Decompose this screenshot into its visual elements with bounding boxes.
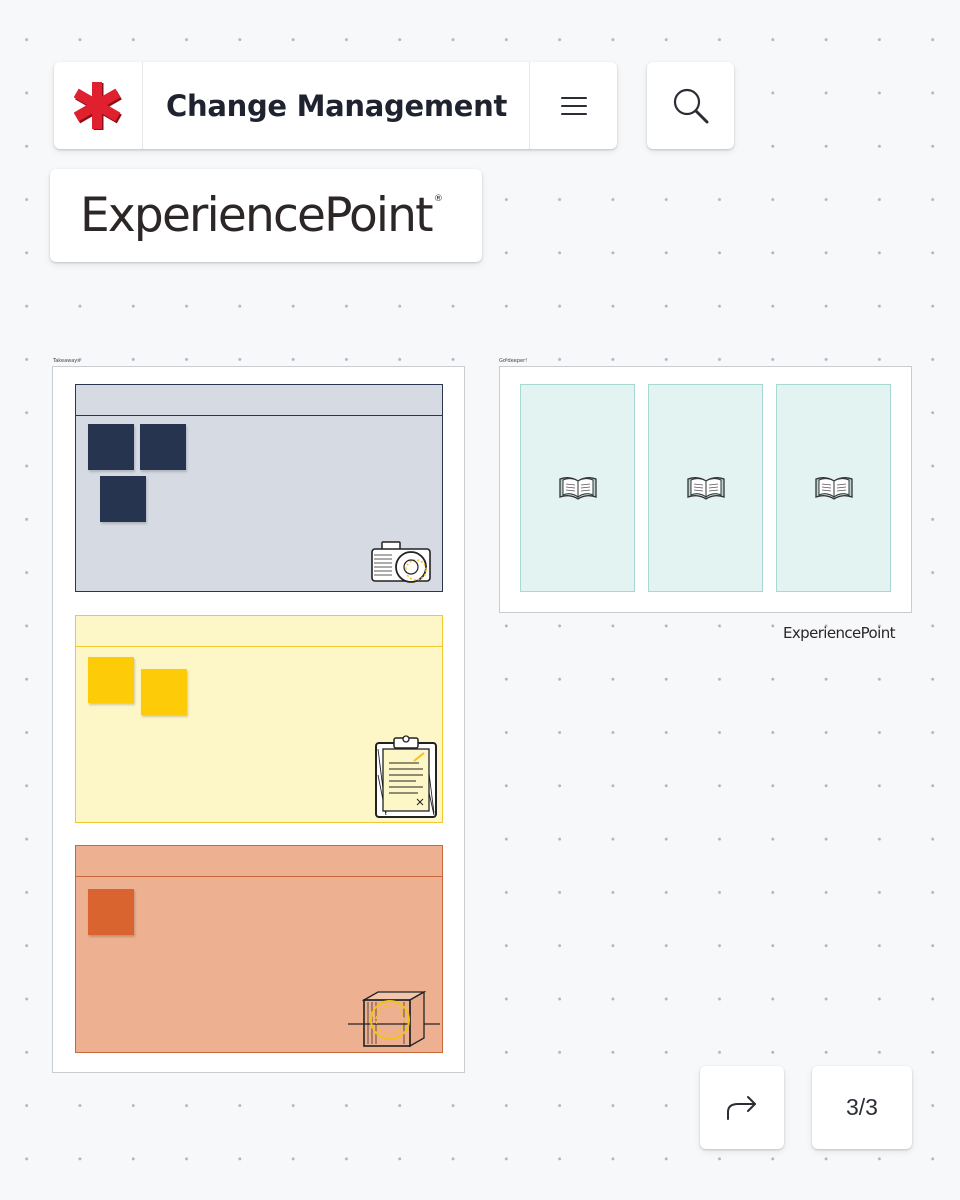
open-book-icon: [814, 477, 853, 500]
takeaways-frame[interactable]: [52, 366, 465, 1073]
board-toolbar: Change Management: [54, 62, 617, 149]
go-deeper-frame-label: Go deeper!: [499, 358, 528, 364]
search-icon: [673, 88, 708, 123]
orange-panel[interactable]: [75, 845, 443, 1053]
registered-mark: ®: [433, 194, 443, 204]
panel-header[interactable]: [76, 616, 442, 647]
resource-card[interactable]: [776, 384, 891, 592]
resource-card[interactable]: [520, 384, 635, 592]
app-logo[interactable]: [54, 62, 143, 149]
sticky-note[interactable]: [88, 889, 134, 935]
yellow-panel[interactable]: [75, 615, 443, 823]
asterisk-logo-icon: [74, 81, 122, 130]
camera-icon: [371, 541, 431, 583]
menu-button[interactable]: [529, 62, 617, 149]
share-arrow-icon: [727, 1095, 756, 1120]
board-brand-label: ExperiencePoint: [783, 624, 896, 642]
brand-name: ExperiencePoint: [80, 188, 434, 243]
brand-logo-card: ExperiencePoint ®: [50, 169, 482, 262]
hamburger-menu-icon: [560, 96, 587, 115]
share-button[interactable]: [700, 1066, 784, 1149]
page-indicator[interactable]: 3/3: [812, 1066, 912, 1149]
cube-icon: [348, 990, 440, 1048]
sticky-note[interactable]: [88, 424, 134, 470]
search-button[interactable]: [647, 62, 734, 149]
resource-card[interactable]: [648, 384, 763, 592]
panel-header[interactable]: [76, 385, 442, 416]
brand-wordmark: ExperiencePoint ®: [80, 188, 443, 243]
sticky-note[interactable]: [140, 424, 186, 470]
sticky-note[interactable]: [88, 657, 134, 703]
clipboard-icon: [375, 735, 437, 818]
sticky-note[interactable]: [100, 476, 146, 522]
takeaways-frame-label: Takeaways: [53, 358, 80, 364]
open-book-icon: [686, 477, 725, 500]
navy-panel[interactable]: [75, 384, 443, 592]
board-title[interactable]: Change Management: [143, 62, 529, 149]
open-book-icon: [558, 477, 597, 500]
panel-header[interactable]: [76, 846, 442, 877]
go-deeper-frame[interactable]: [499, 366, 912, 613]
sticky-note[interactable]: [141, 669, 187, 715]
